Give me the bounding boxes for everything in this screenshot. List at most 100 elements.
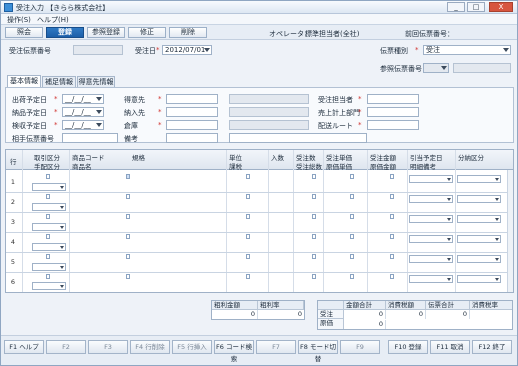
customer-code-field[interactable]	[166, 94, 218, 104]
reference-slip-select[interactable]	[423, 63, 449, 73]
unit-marker-icon	[246, 234, 250, 239]
slip-type-select[interactable]: 受注	[423, 45, 511, 55]
grid-divider	[22, 150, 23, 292]
chevron-down-icon	[447, 278, 451, 281]
f4-delete-row-button[interactable]: F4 行削除	[130, 340, 170, 354]
tab-basic-info[interactable]: 基本情報	[7, 75, 41, 87]
allocation-date-select[interactable]	[409, 195, 453, 203]
amount-marker-icon	[390, 194, 394, 199]
close-button[interactable]: X	[489, 2, 513, 12]
maximize-button[interactable]: □	[467, 2, 485, 12]
f8-mode-switch-button[interactable]: F8 モード切替	[298, 340, 338, 363]
partial-type-select[interactable]	[457, 255, 501, 263]
required-mark: *	[156, 46, 160, 54]
warehouse-code-field[interactable]	[166, 120, 218, 130]
arrangement-select[interactable]	[32, 223, 66, 231]
delivery-route-field[interactable]	[367, 120, 419, 130]
required-mark: *	[158, 95, 162, 103]
f12-exit-button[interactable]: F12 終了	[472, 340, 512, 354]
required-mark: *	[158, 108, 162, 116]
order-no-field[interactable]	[73, 45, 123, 55]
menu-operation[interactable]: 操作(S)	[7, 15, 31, 25]
partial-type-select[interactable]	[457, 275, 501, 283]
unit-marker-icon	[246, 274, 250, 279]
chevron-down-icon	[447, 218, 451, 221]
product-code-marker-icon	[126, 254, 130, 259]
menu-help[interactable]: ヘルプ(H)	[37, 15, 69, 25]
arrangement-select[interactable]	[32, 263, 66, 271]
chevron-down-icon	[447, 258, 451, 261]
f9-button[interactable]: F9	[340, 340, 380, 354]
f1-help-button[interactable]: F1 ヘルプ	[4, 340, 44, 354]
qty-marker-icon	[312, 274, 316, 279]
f6-code-search-button[interactable]: F6 コード検索	[214, 340, 254, 363]
delivery-date-field[interactable]: __/__/__	[62, 107, 104, 117]
unit-marker-icon	[246, 214, 250, 219]
partial-type-select[interactable]	[457, 235, 501, 243]
grid-scrollbar[interactable]	[507, 170, 513, 292]
menu-bar: 操作(S) ヘルプ(H)	[1, 14, 517, 25]
inquiry-button[interactable]: 照会	[5, 27, 43, 38]
chevron-down-icon	[60, 246, 64, 249]
basic-info-panel: 出荷予定日 * __/__/__ 納品予定日 * __/__/__ 検収予定日 …	[5, 87, 514, 143]
tab-supplement-info[interactable]: 補足情報	[42, 76, 76, 87]
reference-slip-field[interactable]	[453, 63, 511, 73]
partner-slip-field[interactable]	[62, 133, 118, 143]
remarks-code-field[interactable]	[166, 133, 218, 143]
grid-divider	[226, 150, 227, 292]
amount-summary: 金額合計 消費税額 伝票合計 消費税率 受注 0 0 0 原価 0	[317, 300, 513, 330]
register-button[interactable]: 登録	[46, 27, 84, 38]
ship-date-field[interactable]: __/__/__	[62, 94, 104, 104]
tab-customer-info[interactable]: 得意先情報	[77, 76, 115, 87]
sales-dept-field[interactable]	[367, 107, 419, 117]
col-line-remarks: 明細備考	[410, 163, 436, 171]
arrangement-select[interactable]	[32, 282, 66, 290]
reference-register-button[interactable]: 参照登録	[87, 27, 125, 38]
product-code-marker-icon	[126, 194, 130, 199]
partial-type-select[interactable]	[457, 215, 501, 223]
order-date-field[interactable]: 2012/07/01	[162, 45, 212, 55]
staff-code-field[interactable]	[367, 94, 419, 104]
f2-button[interactable]: F2	[46, 340, 86, 354]
cost-row-label: 原価	[318, 319, 344, 329]
allocation-date-select[interactable]	[409, 255, 453, 263]
row-separator	[6, 232, 513, 233]
chevron-down-icon	[96, 110, 102, 114]
f3-button[interactable]: F3	[88, 340, 128, 354]
customer-name-field	[229, 94, 309, 104]
ship-to-label: 納入先	[124, 109, 145, 117]
amount-marker-icon	[390, 254, 394, 259]
allocation-date-select[interactable]	[409, 235, 453, 243]
chevron-down-icon	[495, 258, 499, 261]
modify-button[interactable]: 修正	[128, 27, 166, 38]
col-order-total-qty: 受注総数	[296, 163, 322, 171]
allocation-date-select[interactable]	[409, 275, 453, 283]
arrangement-select[interactable]	[32, 203, 66, 211]
remarks-field[interactable]	[229, 133, 367, 143]
gross-rate-value: 0	[297, 310, 302, 318]
amount-marker-icon	[390, 274, 394, 279]
allocation-date-select[interactable]	[409, 175, 453, 183]
f11-cancel-button[interactable]: F11 取消	[430, 340, 470, 354]
allocation-date-select[interactable]	[409, 215, 453, 223]
ship-date-label: 出荷予定日	[12, 96, 47, 104]
product-code-marker-icon[interactable]	[126, 174, 130, 179]
col-arrangement-type: 手配区分	[34, 163, 60, 171]
f10-register-button[interactable]: F10 登録	[388, 340, 428, 354]
required-mark: *	[158, 121, 162, 129]
summary-corner	[318, 301, 344, 310]
chevron-down-icon	[503, 48, 509, 52]
arrangement-select[interactable]	[32, 243, 66, 251]
delete-button[interactable]: 削除	[169, 27, 207, 38]
ship-to-code-field[interactable]	[166, 107, 218, 117]
amount-total-label: 金額合計	[344, 301, 386, 310]
chevron-down-icon	[495, 238, 499, 241]
f7-button[interactable]: F7	[256, 340, 296, 354]
f5-insert-row-button[interactable]: F5 行挿入	[172, 340, 212, 354]
partial-type-select[interactable]	[457, 195, 501, 203]
minimize-button[interactable]: _	[447, 2, 465, 12]
arrangement-select[interactable]	[32, 183, 66, 191]
col-cost-amount: 原価金額	[370, 163, 396, 171]
partial-type-select[interactable]	[457, 175, 501, 183]
inspection-date-field[interactable]: __/__/__	[62, 120, 104, 130]
